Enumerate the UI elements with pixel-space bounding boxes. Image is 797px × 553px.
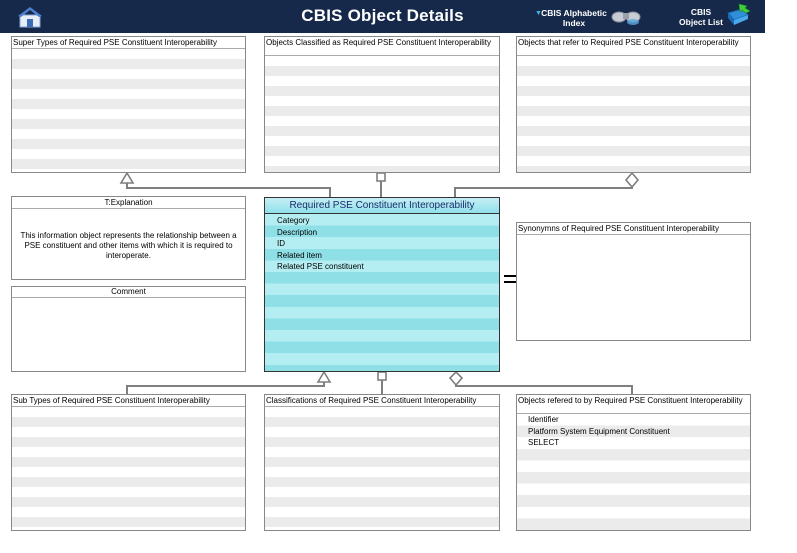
referred-by-list: Identifier Platform System Equipment Cons… (517, 414, 750, 530)
center-object-attributes: Category Description ID Related item Related… (264, 214, 500, 372)
attribute-item[interactable]: Category (265, 215, 499, 227)
composition-square-top (376, 172, 386, 182)
composition-square-bottom (377, 371, 387, 381)
explanation-box: T:Explanation This information object re… (11, 196, 246, 280)
supertypes-list (12, 49, 245, 172)
referred-by-box: Objects refered to by Required PSE Const… (516, 394, 751, 531)
supertypes-title: Super Types of Required PSE Constituent … (12, 37, 245, 49)
subtypes-box: Sub Types of Required PSE Constituent In… (11, 394, 246, 531)
synonyms-title: Synonymns of Required PSE Constituent In… (517, 223, 750, 235)
classifications-list (265, 407, 499, 530)
attribute-item[interactable]: Related item (265, 250, 499, 262)
attribute-item[interactable]: Description (265, 227, 499, 239)
explanation-title: T:Explanation (12, 197, 245, 209)
supertypes-box: Super Types of Required PSE Constituent … (11, 36, 246, 173)
referred-by-title: Objects refered to by Required PSE Const… (517, 395, 750, 414)
inherit-arrow-top (119, 171, 135, 184)
list-item[interactable]: Platform System Equipment Constituent (517, 426, 750, 438)
explanation-text: This information object represents the r… (20, 231, 237, 260)
classified-objects-title: Objects Classified as Required PSE Const… (265, 37, 499, 56)
list-item[interactable]: Identifier (517, 414, 750, 426)
synonyms-box: Synonymns of Required PSE Constituent In… (516, 222, 751, 341)
referring-objects-box: Objects that refer to Required PSE Const… (516, 36, 751, 173)
classifications-title: Classifications of Required PSE Constitu… (265, 395, 499, 407)
comment-box: Comment (11, 286, 246, 372)
list-item[interactable]: SELECT (517, 437, 750, 449)
comment-title: Comment (12, 287, 245, 298)
attribute-item[interactable]: Related PSE constituent (265, 261, 499, 273)
aggregation-diamond-top (624, 171, 640, 189)
referring-objects-list (517, 56, 750, 172)
center-object-title[interactable]: Required PSE Constituent Interoperabilit… (264, 197, 500, 214)
classifications-box: Classifications of Required PSE Constitu… (264, 394, 500, 531)
attribute-item[interactable]: ID (265, 238, 499, 250)
aggregation-diamond-bottom (448, 370, 464, 387)
inherit-arrow-bottom (316, 370, 332, 383)
classified-objects-list (265, 56, 499, 172)
subtypes-title: Sub Types of Required PSE Constituent In… (12, 395, 245, 407)
referring-objects-title: Objects that refer to Required PSE Const… (517, 37, 750, 56)
classified-objects-box: Objects Classified as Required PSE Const… (264, 36, 500, 173)
subtypes-list (12, 407, 245, 530)
